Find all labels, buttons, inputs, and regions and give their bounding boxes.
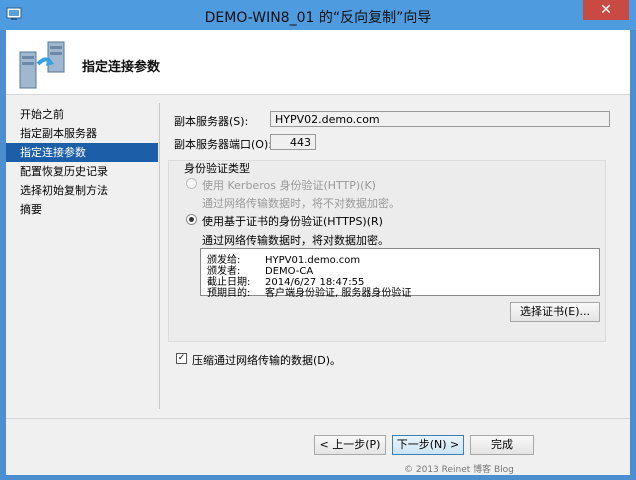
replica-port-field[interactable]: 443: [270, 134, 316, 150]
cert-purpose-value: 客户端身份验证, 服务器身份验证: [265, 288, 412, 299]
replica-server-label: 副本服务器(S):: [174, 115, 249, 128]
cert-purpose-key: 预期目的:: [207, 288, 251, 299]
compress-checkbox[interactable]: ✓: [176, 353, 187, 364]
watermark-text: © 2013 Reinet 博客 Blog: [404, 465, 514, 475]
certificate-label: 使用基于证书的身份验证(HTTPS)(R): [202, 215, 383, 228]
wizard-header: 指定连接参数: [6, 30, 630, 95]
kerberos-label: 使用 Kerberos 身份验证(HTTP)(K): [202, 179, 376, 192]
kerberos-radio[interactable]: [186, 178, 197, 189]
nav-item-summary[interactable]: 摘要: [6, 200, 158, 219]
compress-label: 压缩通过网络传输的数据(D)。: [192, 354, 342, 367]
radio-selected-dot: [189, 217, 194, 222]
nav-item-initial-replication[interactable]: 选择初始复制方法: [6, 181, 158, 200]
window-title: DEMO-WIN8_01 的“反向复制”向导: [204, 10, 432, 26]
wizard-window: DEMO-WIN8_01 的“反向复制”向导 ✕ 指定连接参数 开始之前 指定副…: [0, 0, 636, 480]
select-certificate-button[interactable]: 选择证书(E)...: [510, 302, 600, 322]
finish-button[interactable]: 完成: [470, 435, 534, 455]
wizard-steps-nav: 开始之前 指定副本服务器 指定连接参数 配置恢复历史记录 选择初始复制方法 摘要: [6, 105, 158, 219]
certificate-description: 通过网络传输数据时，将对数据加密。: [202, 234, 389, 247]
server-replication-icon: [19, 41, 65, 89]
certificate-radio[interactable]: [186, 214, 197, 225]
auth-group-label: 身份验证类型: [184, 162, 250, 175]
cert-purpose-row: 预期目的: 客户端身份验证, 服务器身份验证: [207, 284, 411, 299]
replica-server-field[interactable]: HYPV02.demo.com: [270, 111, 610, 127]
page-heading: 指定连接参数: [82, 60, 161, 75]
title-bar[interactable]: DEMO-WIN8_01 的“反向复制”向导 ✕: [0, 0, 636, 30]
nav-divider: [159, 103, 160, 409]
nav-item-recovery-history[interactable]: 配置恢复历史记录: [6, 162, 158, 181]
close-button[interactable]: ✕: [583, 0, 629, 20]
replica-port-label: 副本服务器端口(O):: [174, 138, 272, 151]
kerberos-description: 通过网络传输数据时，将不对数据加密。: [202, 197, 400, 210]
previous-button[interactable]: < 上一步(P): [314, 435, 386, 455]
nav-item-before-you-begin[interactable]: 开始之前: [6, 105, 158, 124]
certificate-details-box: 颁发给: HYPV01.demo.com 颁发者: DEMO-CA 截止日期: 201…: [200, 248, 600, 299]
nav-item-replica-server[interactable]: 指定副本服务器: [6, 124, 158, 143]
nav-item-connection-params[interactable]: 指定连接参数: [6, 143, 158, 162]
next-button[interactable]: 下一步(N) >: [392, 435, 464, 455]
